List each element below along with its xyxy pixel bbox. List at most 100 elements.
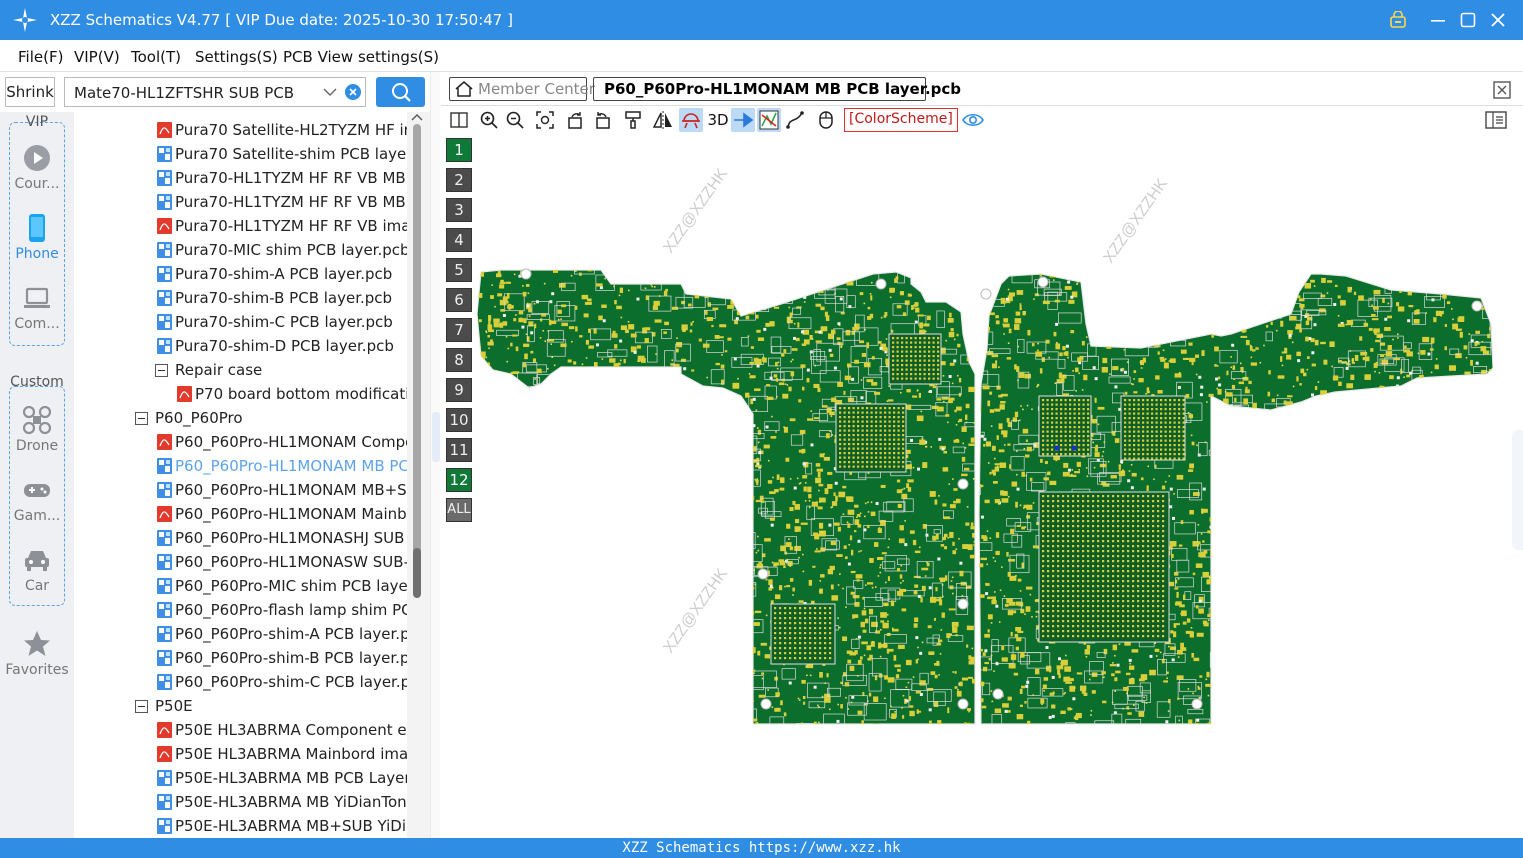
colorscheme-button[interactable]: [ColorScheme]: [844, 108, 958, 132]
nav-drone[interactable]: Drone: [0, 406, 74, 472]
search-combobox-value: Mate70-HL1ZFTSHR SUB PCB: [74, 84, 295, 102]
tree-file[interactable]: P60_P60Pro-HL1MONAM Mainboard: [74, 502, 407, 526]
tree-file[interactable]: P70 board bottom modification: [74, 382, 407, 406]
nav-favorites[interactable]: Favorites: [0, 630, 74, 696]
tree-folder[interactable]: P50E: [74, 694, 407, 718]
tree-file[interactable]: Pura70 Satellite-HL2TYZM HF image: [74, 118, 407, 142]
split-view-icon[interactable]: [447, 108, 471, 132]
minimize-icon[interactable]: [1427, 9, 1449, 31]
tree-file[interactable]: P60_P60Pro-flash lamp shim PCB layer: [74, 598, 407, 622]
tree-file[interactable]: P60_P60Pro-shim-A PCB layer.pcb: [74, 622, 407, 646]
splitter-grip[interactable]: [432, 412, 440, 462]
paint-brush-icon[interactable]: [621, 108, 645, 132]
layer-button-9[interactable]: 9: [446, 378, 472, 402]
tree-scrollbar[interactable]: [407, 112, 430, 838]
file-tree[interactable]: Pura70 Satellite-HL2TYZM HF image Pura70 …: [74, 112, 407, 838]
tree-file[interactable]: P50E-HL3ABRMA MB PCB Layer.pcb: [74, 766, 407, 790]
nav-car[interactable]: Car: [0, 546, 74, 612]
tree-file[interactable]: P60_P60Pro-HL1MONAM MB+SUB: [74, 478, 407, 502]
lock-icon[interactable]: [1387, 9, 1409, 31]
tree-folder[interactable]: Repair case: [74, 358, 407, 382]
scroll-thumb[interactable]: [413, 548, 421, 598]
shrink-button[interactable]: Shrink: [5, 77, 55, 107]
menu-settings[interactable]: Settings(S): [195, 48, 278, 66]
tree-file[interactable]: Pura70-HL1TYZM HF RF VB image.pdf: [74, 214, 407, 238]
close-icon[interactable]: [1487, 9, 1509, 31]
menu-pcb-view-settings[interactable]: PCB View settings(S): [283, 48, 439, 66]
mouse-icon[interactable]: [814, 108, 838, 132]
layer-button-10[interactable]: 10: [446, 408, 472, 432]
nav-computer[interactable]: Com...: [0, 284, 74, 350]
layer-button-1[interactable]: 1: [446, 138, 472, 162]
clear-icon[interactable]: [345, 84, 361, 100]
layer-button-11[interactable]: 11: [446, 438, 472, 462]
tree-file[interactable]: P60_P60Pro-HL1MONAM Component: [74, 430, 407, 454]
pin-highlight-icon[interactable]: [731, 108, 755, 132]
chevron-down-icon[interactable]: [323, 86, 337, 98]
collapse-icon[interactable]: [135, 412, 148, 425]
view-3d-button[interactable]: 3D: [705, 108, 731, 132]
layer-button-all[interactable]: ALL: [446, 498, 472, 522]
scroll-up-icon[interactable]: [411, 112, 423, 122]
tree-file[interactable]: Pura70-shim-C PCB layer.pcb: [74, 310, 407, 334]
nav-games[interactable]: Gam...: [0, 476, 74, 542]
layer-button-5[interactable]: 5: [446, 258, 472, 282]
tree-file[interactable]: Pura70-shim-B PCB layer.pcb: [74, 286, 407, 310]
fit-view-icon[interactable]: [533, 108, 557, 132]
rotate-right-icon[interactable]: [591, 108, 615, 132]
probe-icon[interactable]: [679, 108, 703, 132]
tree-file[interactable]: P50E-HL3ABRMA MB+SUB YiDianTong: [74, 814, 407, 838]
zoom-out-icon[interactable]: [503, 108, 527, 132]
tree-file[interactable]: Pura70-shim-A PCB layer.pcb: [74, 262, 407, 286]
tree-file[interactable]: P60_P60Pro-HL1MONASHJ SUB PCB: [74, 526, 407, 550]
maximize-icon[interactable]: [1457, 9, 1479, 31]
side-panel-icon[interactable]: [1484, 108, 1508, 132]
menu-file[interactable]: File(F): [18, 48, 63, 66]
layer-button-8[interactable]: 8: [446, 348, 472, 372]
watermark-text: XZZ@XZZHK: [1100, 175, 1171, 266]
tree-folder[interactable]: P60_P60Pro: [74, 406, 407, 430]
zoom-in-icon[interactable]: [477, 108, 501, 132]
tab-active-pcb[interactable]: P60_P60Pro-HL1MONAM MB PCB layer.pcb: [593, 77, 961, 101]
tree-item-label: P60_P60Pro-HL1MONASHJ SUB PCB: [175, 529, 407, 547]
tree-file[interactable]: P50E HL3ABRMA Component explanation: [74, 718, 407, 742]
tree-file[interactable]: P50E-HL3ABRMA MB YiDianTong.pcb: [74, 790, 407, 814]
tree-file[interactable]: P60_P60Pro-HL1MONAM MB PCB: [74, 454, 407, 478]
layer-button-12[interactable]: 12: [446, 468, 472, 492]
net-trace-icon[interactable]: [757, 108, 781, 132]
close-tab-icon[interactable]: [1493, 81, 1511, 99]
tree-file[interactable]: Pura70 Satellite-shim PCB layer.pcb: [74, 142, 407, 166]
tree-file[interactable]: P60_P60Pro-shim-B PCB layer.pcb: [74, 646, 407, 670]
eye-icon[interactable]: [961, 108, 985, 132]
tab-member-center[interactable]: Member Center: [449, 77, 595, 101]
mirror-icon[interactable]: [651, 108, 675, 132]
layer-button-4[interactable]: 4: [446, 228, 472, 252]
nav-phone[interactable]: Phone: [0, 214, 74, 280]
search-button[interactable]: [376, 77, 425, 107]
collapse-icon[interactable]: [155, 364, 168, 377]
pcb-canvas[interactable]: XZZ@XZZHK XZZ@XZZHK XZZ@XZZHK: [441, 134, 1523, 838]
tree-file[interactable]: Pura70-shim-D PCB layer.pcb: [74, 334, 407, 358]
menu-tool[interactable]: Tool(T): [131, 48, 181, 66]
menu-vip[interactable]: VIP(V): [74, 48, 120, 66]
tree-file[interactable]: P50E HL3ABRMA Mainbord image.pdf: [74, 742, 407, 766]
layer-button-2[interactable]: 2: [446, 168, 472, 192]
panel-splitter[interactable]: [430, 72, 440, 838]
collapse-icon[interactable]: [135, 700, 148, 713]
layer-button-3[interactable]: 3: [446, 198, 472, 222]
nav-courses[interactable]: Cour...: [0, 144, 74, 210]
rotate-left-icon[interactable]: [563, 108, 587, 132]
mounting-hole: [1037, 276, 1049, 288]
measure-curve-icon[interactable]: [783, 108, 807, 132]
layer-button-7[interactable]: 7: [446, 318, 472, 342]
tree-file[interactable]: Pura70-HL1TYZM HF RF VB MB+SUB: [74, 190, 407, 214]
tree-file[interactable]: P60_P60Pro-shim-C PCB layer.pcb: [74, 670, 407, 694]
pcb-board-render[interactable]: XZZ@XZZHK XZZ@XZZHK XZZ@XZZHK: [441, 134, 1523, 838]
layer-button-6[interactable]: 6: [446, 288, 472, 312]
tree-file[interactable]: Pura70-HL1TYZM HF RF VB MB PCB: [74, 166, 407, 190]
tree-file[interactable]: P60_P60Pro-MIC shim PCB layer.pcb: [74, 574, 407, 598]
search-combobox[interactable]: Mate70-HL1ZFTSHR SUB PCB: [64, 77, 366, 107]
right-panel-expand[interactable]: [1512, 430, 1523, 550]
tree-file[interactable]: Pura70-MIC shim PCB layer.pcb: [74, 238, 407, 262]
tree-file[interactable]: P60_P60Pro-HL1MONASW SUB-2 PCB: [74, 550, 407, 574]
